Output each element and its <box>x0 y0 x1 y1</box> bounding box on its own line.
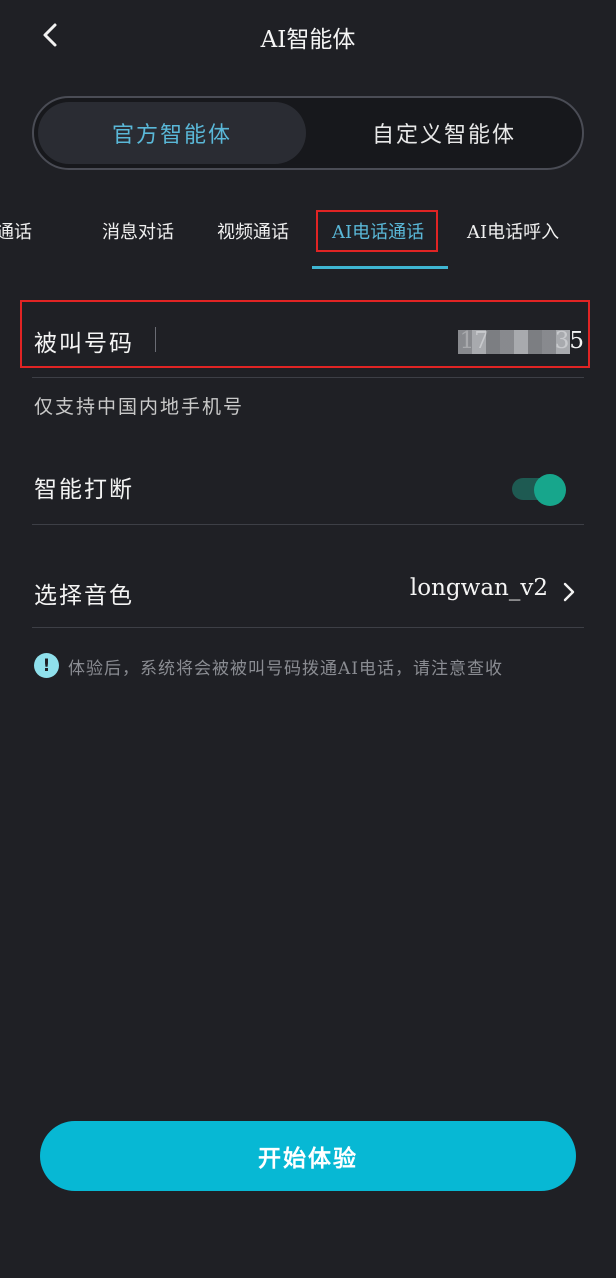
tab-video-call[interactable]: 视频通话 <box>217 218 289 244</box>
phone-field-label: 被叫号码 <box>34 331 134 357</box>
page: AI智能体 官方智能体 自定义智能体 通话 消息对话 视频通话 AI电话通话 A… <box>0 0 616 1278</box>
header: AI智能体 <box>0 0 616 72</box>
phone-number-mosaic <box>458 330 570 354</box>
chevron-right-icon <box>563 582 575 602</box>
voice-value: longwan_v2 <box>409 575 548 601</box>
tab-call[interactable]: 通话 <box>0 218 32 244</box>
tab-bar: 通话 消息对话 视频通话 AI电话通话 AI电话呼入 <box>0 196 616 274</box>
divider <box>32 524 584 525</box>
phone-hint: 仅支持中国内地手机号 <box>34 396 245 418</box>
interrupt-toggle[interactable] <box>512 474 568 506</box>
tab-active-indicator <box>312 266 448 269</box>
voice-selector-row[interactable]: 选择音色 longwan_v2 <box>0 560 616 620</box>
segment-official-agents[interactable]: 官方智能体 <box>38 102 306 164</box>
segment-custom-agents[interactable]: 自定义智能体 <box>310 102 578 164</box>
divider <box>32 627 584 628</box>
voice-label: 选择音色 <box>34 583 134 609</box>
divider <box>32 377 584 378</box>
info-icon: ! <box>34 653 59 678</box>
start-experience-button[interactable]: 开始体验 <box>40 1121 576 1191</box>
agent-type-segment: 官方智能体 自定义智能体 <box>32 96 584 170</box>
page-title: AI智能体 <box>260 27 356 53</box>
tab-message-chat[interactable]: 消息对话 <box>102 218 174 244</box>
interrupt-label: 智能打断 <box>34 477 134 503</box>
toggle-knob <box>534 474 566 506</box>
tab-ai-phone-call[interactable]: AI电话通话 <box>332 218 424 244</box>
phone-field-divider <box>155 327 156 352</box>
notice-text: 体验后，系统将会被被叫号码拨通AI电话，请注意查收 <box>68 659 503 679</box>
tab-ai-phone-inbound[interactable]: AI电话呼入 <box>467 218 559 244</box>
